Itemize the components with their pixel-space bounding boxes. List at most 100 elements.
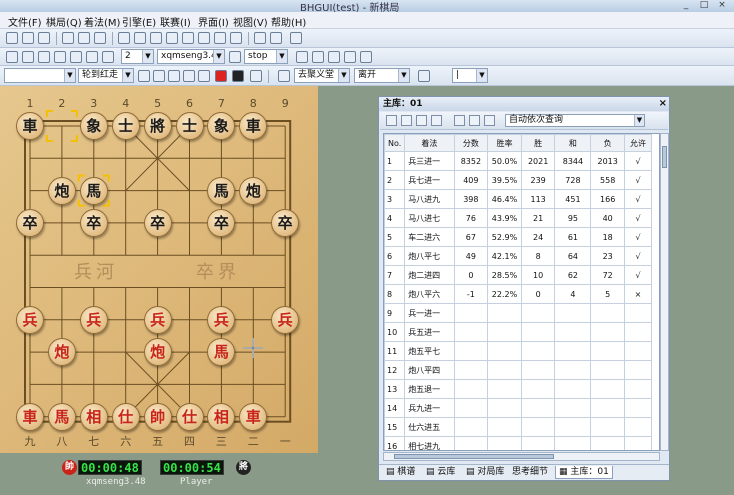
horizontal-scrollbar[interactable] [383,452,660,461]
delete-icon[interactable] [431,115,442,126]
paste-icon[interactable] [134,32,146,44]
book-icon[interactable] [229,51,241,63]
black-piece[interactable]: 卒 [16,208,44,237]
black-piece[interactable]: 士 [175,112,204,140]
copy-icon[interactable] [118,32,130,44]
room-select[interactable]: 去聚义堂 ▼ [294,68,350,83]
settings-icon[interactable] [22,51,34,63]
red-piece[interactable]: 相 [79,402,108,431]
red-piece[interactable]: 炮 [47,338,76,367]
menu-view[interactable]: 视图(V) [233,14,268,29]
scroll-thumb[interactable] [394,454,554,459]
link-icon[interactable] [94,32,106,44]
first-move-icon[interactable] [150,32,162,44]
menu-league[interactable]: 联赛(I) [160,14,191,29]
export-icon[interactable] [469,115,480,126]
column-header[interactable]: 着法 [404,134,455,152]
close-button[interactable]: × [714,0,730,11]
leave-select[interactable]: 离开 ▼ [354,68,410,83]
book-db-icon[interactable] [484,115,495,126]
menu-interface[interactable]: 界面(I) [198,14,229,29]
table-row[interactable]: 1 兵三进一 8352 50.0% 2021 8344 2013 √ [384,151,652,171]
table-row[interactable]: 6 炮八平七 49 42.1% 8 64 23 √ [384,246,652,266]
thinking-icon[interactable] [102,51,114,63]
window-icon[interactable] [328,51,340,63]
undo-icon[interactable] [230,32,242,44]
prev-move-icon[interactable] [166,32,178,44]
table-row[interactable]: 11 炮五平七 [384,341,652,361]
location-icon[interactable] [70,51,82,63]
last-move-icon[interactable] [198,32,210,44]
panel-icon[interactable] [344,51,356,63]
black-piece[interactable]: 卒 [143,208,172,237]
engine-select[interactable]: xqmseng3.48 ▼ [157,49,225,64]
table-row[interactable]: 5 车二进六 67 52.9% 24 61 18 √ [384,227,652,247]
refresh-icon[interactable] [360,51,372,63]
table-row[interactable]: 13 炮五退一 [384,379,652,399]
level-icon[interactable] [418,70,430,82]
zoom-icon[interactable] [153,70,165,82]
new-icon[interactable] [6,32,18,44]
search-icon[interactable] [86,51,98,63]
black-piece-icon[interactable] [232,70,244,82]
red-piece[interactable]: 仕 [111,402,140,431]
level-select[interactable]: | ▼ [452,68,488,83]
black-piece[interactable]: 士 [111,112,140,140]
open-icon[interactable] [22,32,34,44]
black-piece[interactable]: 卒 [271,208,300,237]
menu-help[interactable]: 帮助(H) [271,14,306,29]
layout-icon[interactable] [296,51,308,63]
tab-cloud[interactable]: ▤ 云库 [423,466,458,479]
column-header[interactable]: 分数 [453,134,489,152]
board-view-icon[interactable] [138,70,150,82]
tab-notation[interactable]: ▤ 棋谱 [383,466,418,479]
table-row[interactable]: 7 炮二进四 0 28.5% 10 62 72 √ [384,265,652,285]
clock-icon[interactable] [168,70,180,82]
edit-icon[interactable] [270,32,282,44]
vertical-scrollbar[interactable] [660,133,669,451]
grid-icon[interactable] [312,51,324,63]
table-row[interactable]: 9 兵一进一 [384,303,652,323]
stop-select[interactable]: stop ▼ [244,49,288,64]
red-piece[interactable]: 兵 [16,305,44,334]
black-piece[interactable]: 馬 [79,176,108,205]
red-piece[interactable]: 兵 [79,305,108,334]
lock-icon[interactable] [416,115,427,126]
black-piece[interactable]: 炮 [239,176,268,205]
tab-main-book[interactable]: ▦ 主库：01 [555,466,613,479]
red-piece[interactable]: 仕 [175,402,204,431]
table-row[interactable]: 2 兵七进一 409 39.5% 239 728 558 √ [384,170,652,190]
black-piece[interactable]: 象 [79,112,108,140]
menu-game[interactable]: 棋局(Q) [46,14,82,29]
next-move-icon[interactable] [182,32,194,44]
table-row[interactable]: 15 仕六进五 [384,417,652,437]
room-icon[interactable] [278,70,290,82]
red-piece[interactable]: 兵 [271,305,300,334]
red-piece[interactable]: 兵 [207,305,236,334]
black-piece[interactable]: 車 [16,112,44,140]
table-row[interactable]: 3 马八进九 398 46.4% 113 451 166 √ [384,189,652,209]
red-piece[interactable]: 車 [239,402,268,431]
red-piece[interactable]: 馬 [47,402,76,431]
chess-board[interactable]: 123456789 九八七六五四三二一 兵河 卒界 車象士將士象車炮馬馬炮卒卒卒… [0,86,318,453]
engine-icon[interactable] [6,51,18,63]
menu-move[interactable]: 着法(M) [84,14,120,29]
black-piece[interactable]: 將 [143,112,172,140]
black-piece[interactable]: 馬 [207,176,236,205]
column-header[interactable]: 胜 [520,134,556,152]
import-icon[interactable] [454,115,465,126]
table-row[interactable]: 14 兵九进一 [384,398,652,418]
flip-icon[interactable] [214,32,226,44]
print-icon[interactable] [62,32,74,44]
help-icon[interactable] [290,32,302,44]
tab-thinking[interactable]: 思考细节 [509,466,551,479]
column-header[interactable]: 和 [554,134,592,152]
minimize-button[interactable]: _ [678,0,694,11]
red-piece-icon[interactable] [215,70,227,82]
column-header[interactable]: No. [384,134,406,152]
menu-engine[interactable]: 引擎(E) [122,14,156,29]
save-icon[interactable] [38,32,50,44]
disk-icon[interactable] [183,70,195,82]
red-piece[interactable]: 帥 [143,402,172,431]
table-row[interactable]: 12 炮八平四 [384,360,652,380]
